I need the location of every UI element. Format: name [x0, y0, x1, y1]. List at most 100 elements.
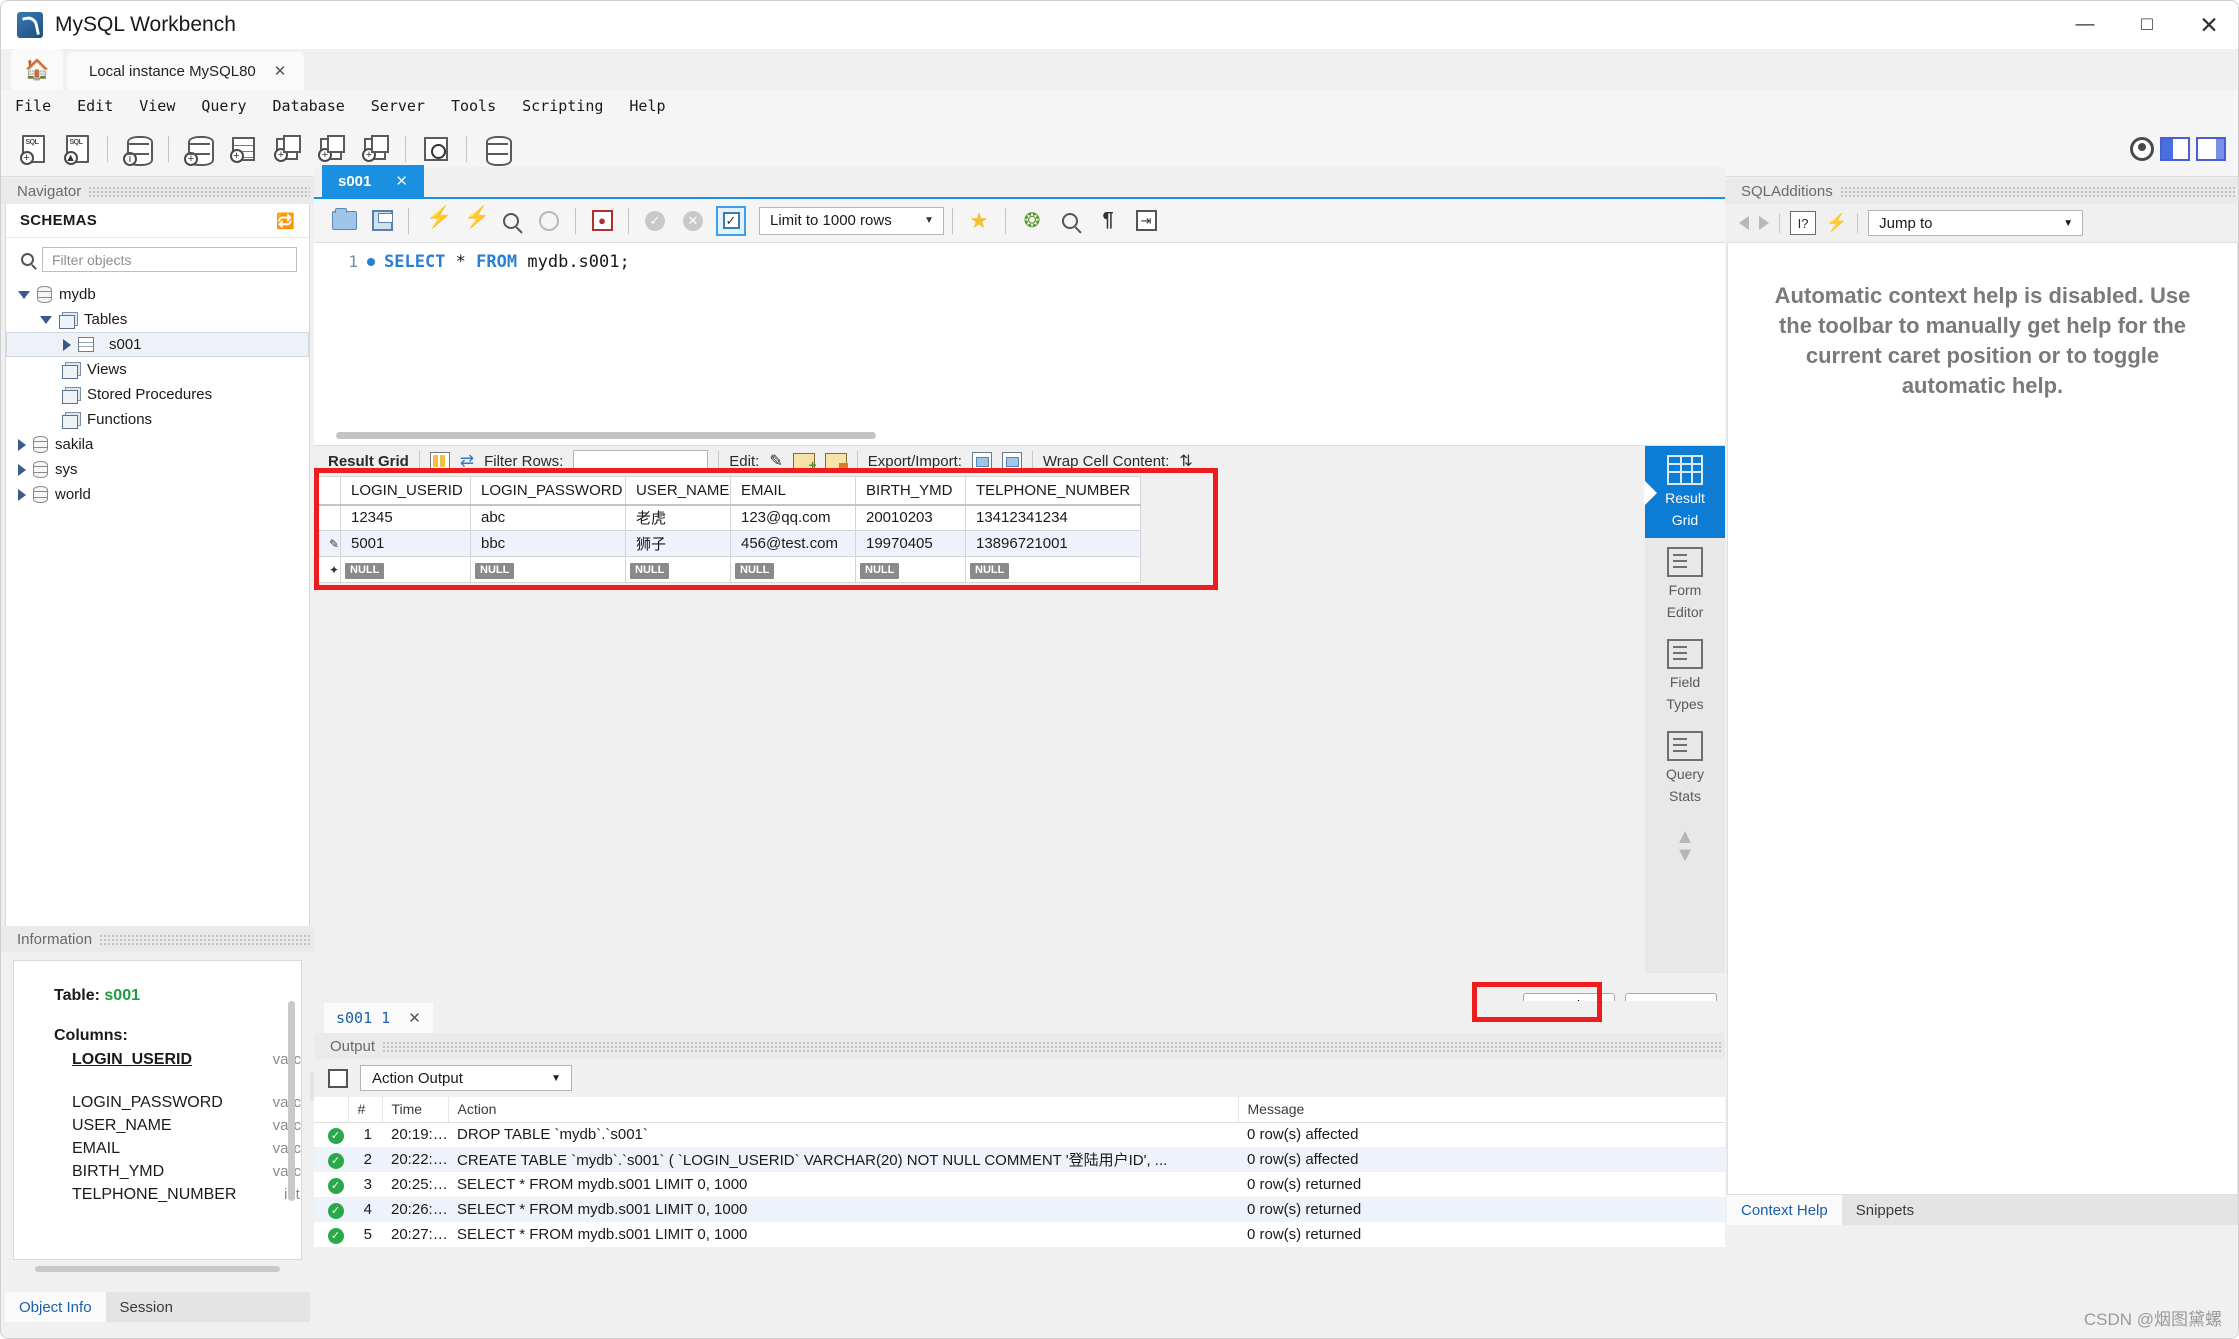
- column-header-login-userid[interactable]: LOGIN_USERID: [340, 476, 471, 506]
- wrap-lines-icon[interactable]: ⇥: [1128, 203, 1164, 239]
- home-tab[interactable]: 🏠: [11, 49, 63, 90]
- tab-snippets[interactable]: Snippets: [1842, 1195, 1928, 1225]
- gear-icon[interactable]: [2130, 137, 2154, 161]
- new-sql-tab-icon[interactable]: SQL +: [13, 129, 53, 169]
- insert-row-icon[interactable]: [792, 453, 817, 473]
- explain-icon[interactable]: [493, 203, 529, 239]
- forward-arrow-icon[interactable]: [1759, 216, 1769, 230]
- copy-icon[interactable]: [328, 1066, 356, 1088]
- chevron-right-icon[interactable]: [18, 488, 26, 501]
- close-icon[interactable]: ✕: [395, 172, 408, 190]
- menu-query[interactable]: Query: [201, 97, 246, 115]
- cell-email[interactable]: 456@test.com: [730, 530, 856, 557]
- tree-node-sys[interactable]: sys: [6, 457, 309, 482]
- stop-icon[interactable]: [531, 203, 567, 239]
- open-file-icon[interactable]: [326, 203, 362, 239]
- refresh-icon[interactable]: 🔁: [276, 212, 295, 230]
- reconnect-server-icon[interactable]: [477, 129, 517, 169]
- cell-birth-ymd-null[interactable]: NULL: [855, 556, 966, 583]
- tree-node-sakila[interactable]: sakila: [6, 432, 309, 457]
- new-table-icon[interactable]: +: [223, 129, 263, 169]
- chevron-right-icon[interactable]: [18, 463, 26, 476]
- new-schema-icon[interactable]: +: [179, 129, 219, 169]
- chevron-right-icon[interactable]: [63, 338, 71, 351]
- menu-help[interactable]: Help: [629, 97, 665, 115]
- tab-s001-editor[interactable]: s001 ✕: [322, 165, 424, 197]
- scroll-tabs-arrows[interactable]: ▲ ▼: [1645, 814, 1725, 865]
- tree-node-mydb[interactable]: mydb: [6, 282, 309, 307]
- commit-icon[interactable]: ✓: [637, 203, 673, 239]
- execute-icon[interactable]: [417, 203, 453, 239]
- tree-node-views[interactable]: Views: [6, 357, 309, 382]
- cell-login-userid[interactable]: 12345: [340, 504, 471, 531]
- menu-view[interactable]: View: [139, 97, 175, 115]
- close-button[interactable]: ✕: [2178, 1, 2238, 49]
- column-header-user-name[interactable]: USER_NAME: [625, 476, 731, 506]
- chevron-down-icon[interactable]: [40, 315, 52, 324]
- cell-telphone-number-null[interactable]: NULL: [965, 556, 1141, 583]
- minimize-button[interactable]: —: [2054, 1, 2116, 49]
- toggle-secondary-sidebar-icon[interactable]: [2196, 137, 2226, 161]
- chevron-down-icon[interactable]: [18, 290, 30, 299]
- grid-view-icon[interactable]: [429, 452, 450, 470]
- cell-email[interactable]: 123@qq.com: [730, 504, 856, 531]
- output-type-select[interactable]: Action Output ▼: [360, 1065, 572, 1091]
- wrap-cell-icon[interactable]: ⇅: [1179, 451, 1192, 471]
- tab-object-info[interactable]: Object Info: [5, 1292, 106, 1322]
- tree-node-stored-procedures[interactable]: Stored Procedures: [6, 382, 309, 407]
- column-header-telphone-number[interactable]: TELPHONE_NUMBER: [965, 476, 1141, 506]
- vertical-scrollbar[interactable]: [288, 1001, 295, 1201]
- cell-email-null[interactable]: NULL: [730, 556, 856, 583]
- refresh-icon[interactable]: ⇄: [460, 451, 474, 471]
- close-icon[interactable]: ✕: [274, 62, 287, 80]
- sql-code-editor[interactable]: 1 SELECT * FROM mydb.s001;: [314, 243, 1725, 446]
- horizontal-scrollbar[interactable]: [35, 1266, 280, 1272]
- tab-session[interactable]: Session: [105, 1292, 187, 1322]
- beautify-icon[interactable]: ❂: [1014, 203, 1050, 239]
- cell-login-userid[interactable]: 5001: [340, 530, 471, 557]
- close-icon[interactable]: ✕: [408, 1009, 421, 1027]
- toggle-stop-on-error-icon[interactable]: ●: [584, 203, 620, 239]
- column-header-login-password[interactable]: LOGIN_PASSWORD: [470, 476, 626, 506]
- cell-login-userid-null[interactable]: NULL: [340, 556, 471, 583]
- menu-edit[interactable]: Edit: [77, 97, 113, 115]
- execute-current-statement-icon[interactable]: [455, 203, 491, 239]
- new-snippet-icon[interactable]: ★: [961, 203, 997, 239]
- cell-telphone-number[interactable]: 13412341234: [965, 504, 1141, 531]
- filter-rows-input[interactable]: [573, 450, 709, 472]
- column-header-birth-ymd[interactable]: BIRTH_YMD: [855, 476, 966, 506]
- export-recordset-icon[interactable]: [971, 452, 992, 470]
- new-stored-procedure-icon[interactable]: +: [311, 129, 351, 169]
- table-row[interactable]: 12345 abc 老虎 123@qq.com 20010203 1341234…: [318, 504, 1141, 531]
- rollback-icon[interactable]: ✕: [675, 203, 711, 239]
- tree-node-world[interactable]: world: [6, 482, 309, 507]
- menu-scripting[interactable]: Scripting: [522, 97, 603, 115]
- column-header-email[interactable]: EMAIL: [730, 476, 856, 506]
- save-file-icon[interactable]: [364, 203, 400, 239]
- invisible-chars-icon[interactable]: ¶: [1090, 203, 1126, 239]
- limit-rows-select[interactable]: Limit to 1000 rows ▼: [759, 206, 944, 235]
- menu-tools[interactable]: Tools: [451, 97, 496, 115]
- filter-objects-input[interactable]: Filter objects: [42, 247, 297, 272]
- open-sql-script-icon[interactable]: SQL ▲: [57, 129, 97, 169]
- tab-result-grid[interactable]: Result Grid: [1644, 446, 1725, 538]
- cell-user-name-null[interactable]: NULL: [625, 556, 731, 583]
- chevron-right-icon[interactable]: [18, 438, 26, 451]
- new-view-icon[interactable]: +: [267, 129, 307, 169]
- maximize-button[interactable]: □: [2116, 1, 2178, 49]
- jump-to-select[interactable]: Jump to ▼: [1868, 210, 2084, 236]
- toggle-sidebar-icon[interactable]: [2160, 137, 2190, 161]
- cell-login-password[interactable]: bbc: [470, 530, 626, 557]
- tab-local-instance[interactable]: Local instance MySQL80 ✕: [67, 52, 305, 90]
- find-icon[interactable]: [1052, 203, 1088, 239]
- table-row[interactable]: ✎ 5001 bbc 狮子 456@test.com 19970405 1389…: [318, 530, 1141, 557]
- new-function-icon[interactable]: +: [355, 129, 395, 169]
- search-data-icon[interactable]: [416, 129, 456, 169]
- tree-node-s001[interactable]: s001: [6, 332, 309, 357]
- tree-node-tables[interactable]: Tables: [6, 307, 309, 332]
- cell-user-name[interactable]: 狮子: [625, 530, 731, 557]
- toggle-autocommit-icon[interactable]: ✓: [713, 203, 749, 239]
- context-help-icon[interactable]: I?: [1790, 211, 1816, 235]
- tab-context-help[interactable]: Context Help: [1727, 1195, 1842, 1225]
- tab-query-stats[interactable]: Query Stats: [1645, 722, 1725, 814]
